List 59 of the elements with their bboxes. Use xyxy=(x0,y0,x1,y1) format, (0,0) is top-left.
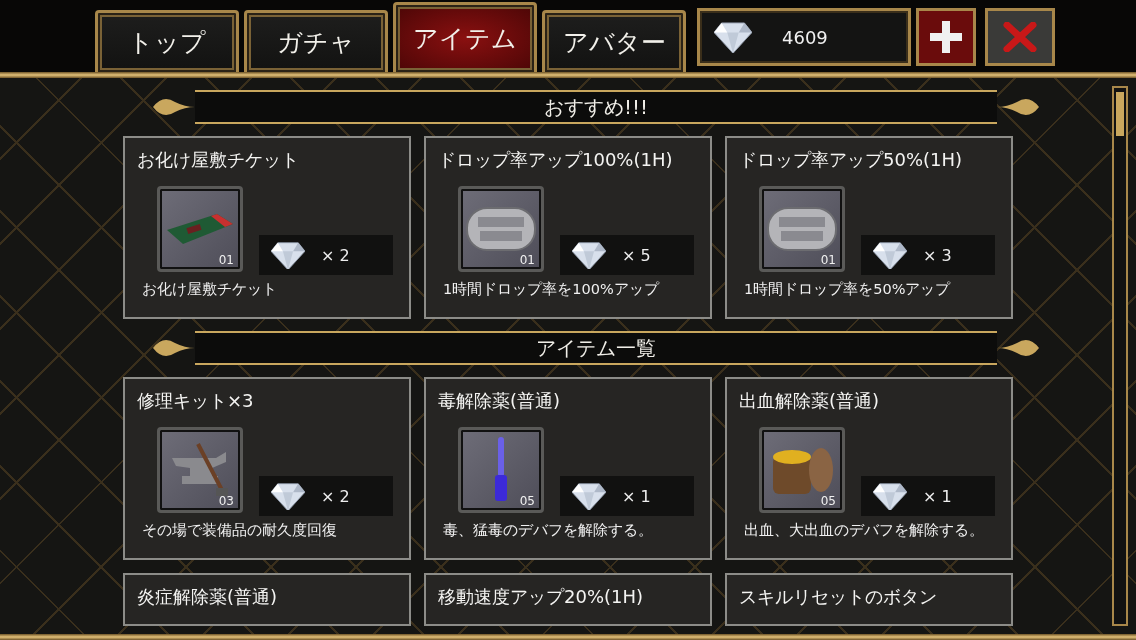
diamond-icon xyxy=(572,240,606,270)
plus-icon xyxy=(929,20,963,54)
item-count: 05 xyxy=(820,494,836,508)
item-name: 移動速度アップ20%(1H) xyxy=(438,585,645,609)
item-card[interactable]: 移動速度アップ20%(1H) xyxy=(424,573,712,626)
item-description: 出血、大出血のデバフを解除する。 xyxy=(744,521,985,540)
item-name: 毒解除薬(普通) xyxy=(438,389,562,413)
item-description: お化け屋敷チケット xyxy=(142,280,278,299)
tab[interactable]: ガチャ xyxy=(244,10,388,72)
diamond-icon xyxy=(714,20,752,54)
tag-icon xyxy=(466,207,536,251)
item-description: 1時間ドロップ率を50%アップ xyxy=(744,280,952,299)
price-text: × 2 xyxy=(321,245,350,265)
item-name: 炎症解除薬(普通) xyxy=(137,585,279,609)
item-card[interactable]: お化け屋敷チケット 01 × 2 お化け屋敷チケット xyxy=(123,136,411,319)
item-name: ドロップ率アップ50%(1H) xyxy=(739,148,964,172)
vial-icon xyxy=(493,437,509,503)
item-description: 1時間ドロップ率を100%アップ xyxy=(443,280,661,299)
add-button[interactable] xyxy=(916,8,976,66)
diamond-icon xyxy=(873,481,907,511)
diamond-icon xyxy=(271,481,305,511)
currency-amount: 4609 xyxy=(782,26,828,48)
item-name: お化け屋敷チケット xyxy=(137,148,300,172)
item-card[interactable]: 出血解除薬(普通) 05 × 1 出血、大出血のデバフを解除する。 xyxy=(725,377,1013,560)
tab[interactable]: アバター xyxy=(542,10,686,72)
price-text: × 3 xyxy=(923,245,952,265)
item-name: 出血解除薬(普通) xyxy=(739,389,881,413)
item-name: スキルリセットのボタン xyxy=(739,585,938,609)
ticket-icon xyxy=(167,212,233,246)
diamond-icon xyxy=(271,240,305,270)
item-count: 03 xyxy=(218,494,234,508)
section-title: アイテム一覧 xyxy=(195,331,997,365)
item-name: 修理キット×3 xyxy=(137,389,255,413)
item-description: その場で装備品の耐久度回復 xyxy=(142,521,338,540)
item-card[interactable]: 修理キット×3 03 × 2 その場で装備品の耐久度回復 xyxy=(123,377,411,560)
item-count: 01 xyxy=(519,253,535,267)
price-text: × 2 xyxy=(321,486,350,506)
tab[interactable]: トップ xyxy=(95,10,239,72)
item-count: 01 xyxy=(820,253,836,267)
tab[interactable]: アイテム xyxy=(393,2,537,72)
item-card[interactable]: スキルリセットのボタン xyxy=(725,573,1013,626)
close-button[interactable] xyxy=(985,8,1055,66)
tag-icon xyxy=(767,207,837,251)
section-title: おすすめ!!! xyxy=(195,90,997,124)
item-card[interactable]: 炎症解除薬(普通) xyxy=(123,573,411,626)
item-name: ドロップ率アップ100%(1H) xyxy=(438,148,674,172)
price-text: × 1 xyxy=(622,486,651,506)
item-count: 01 xyxy=(218,253,234,267)
item-card[interactable]: ドロップ率アップ50%(1H) 01 × 3 1時間ドロップ率を50%アップ xyxy=(725,136,1013,319)
item-card[interactable]: 毒解除薬(普通) 05 × 1 毒、猛毒のデバフを解除する。 xyxy=(424,377,712,560)
close-icon xyxy=(1003,22,1037,52)
scrollbar[interactable] xyxy=(1112,86,1128,626)
diamond-icon xyxy=(873,240,907,270)
price-text: × 5 xyxy=(622,245,651,265)
item-card[interactable]: ドロップ率アップ100%(1H) 01 × 5 1時間ドロップ率を100%アップ xyxy=(424,136,712,319)
diamond-icon xyxy=(572,481,606,511)
item-description: 毒、猛毒のデバフを解除する。 xyxy=(443,521,654,540)
price-text: × 1 xyxy=(923,486,952,506)
item-count: 05 xyxy=(519,494,535,508)
